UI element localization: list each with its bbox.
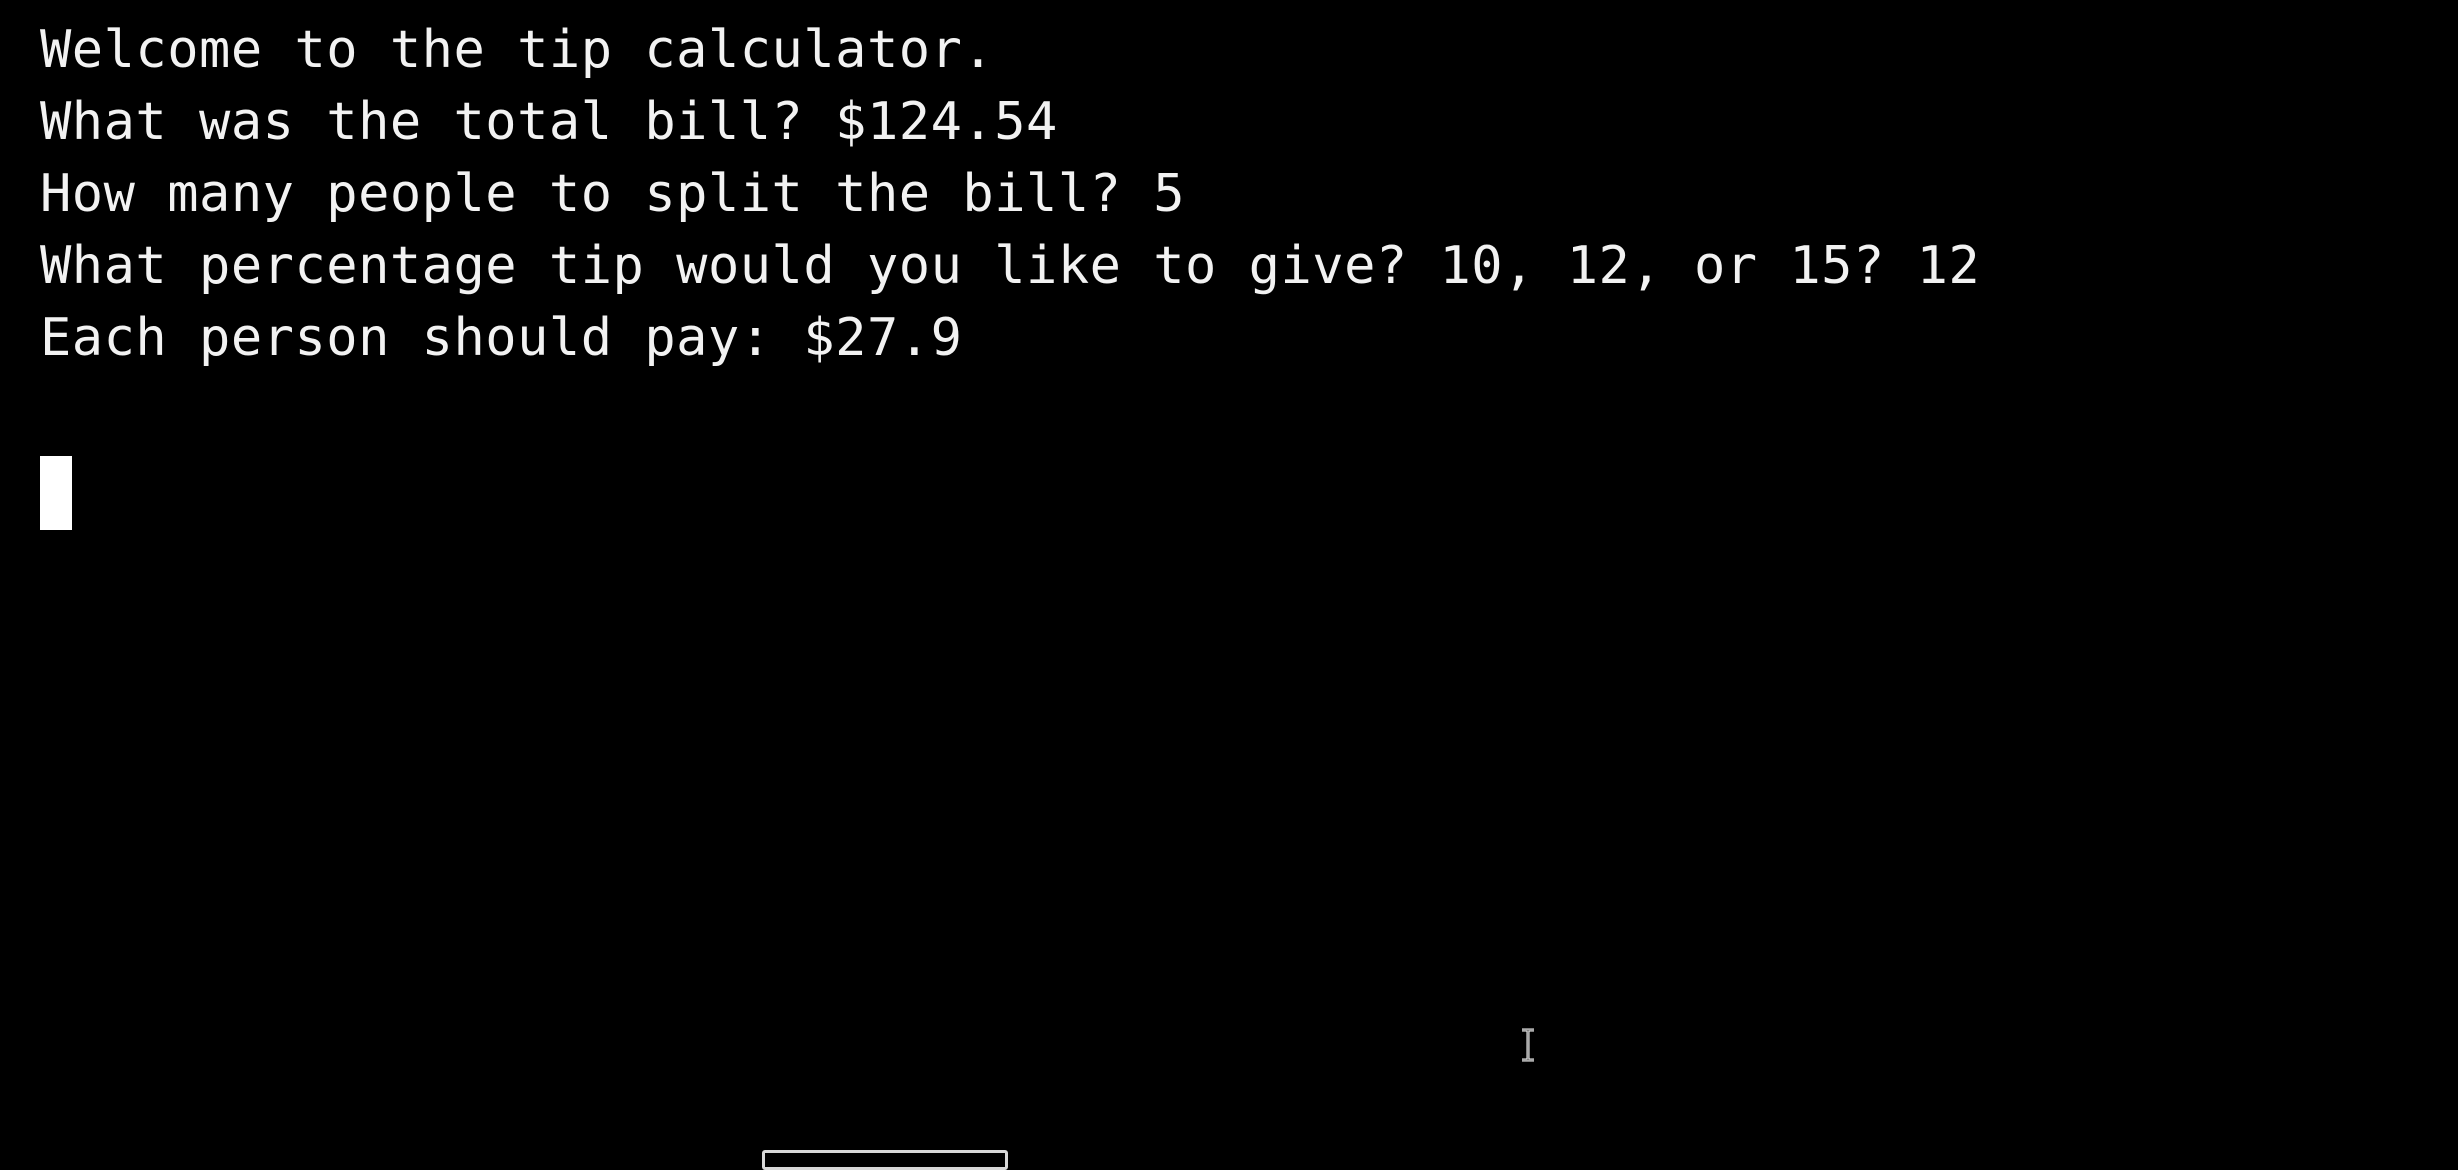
ibeam-cursor-icon [1522,1028,1534,1062]
block-cursor [40,456,72,530]
terminal-output: Welcome to the tip calculator. What was … [40,14,1980,374]
bottom-window-edge [762,1150,1008,1170]
terminal-line-total-bill: What was the total bill? $124.54 [40,92,1058,152]
terminal-line-result: Each person should pay: $27.9 [40,308,963,368]
terminal-line-tip-percentage: What percentage tip would you like to gi… [40,236,1981,296]
terminal-window[interactable]: Welcome to the tip calculator. What was … [0,0,2458,1170]
terminal-line-welcome: Welcome to the tip calculator. [40,20,995,80]
terminal-line-split: How many people to split the bill? 5 [40,164,1186,224]
